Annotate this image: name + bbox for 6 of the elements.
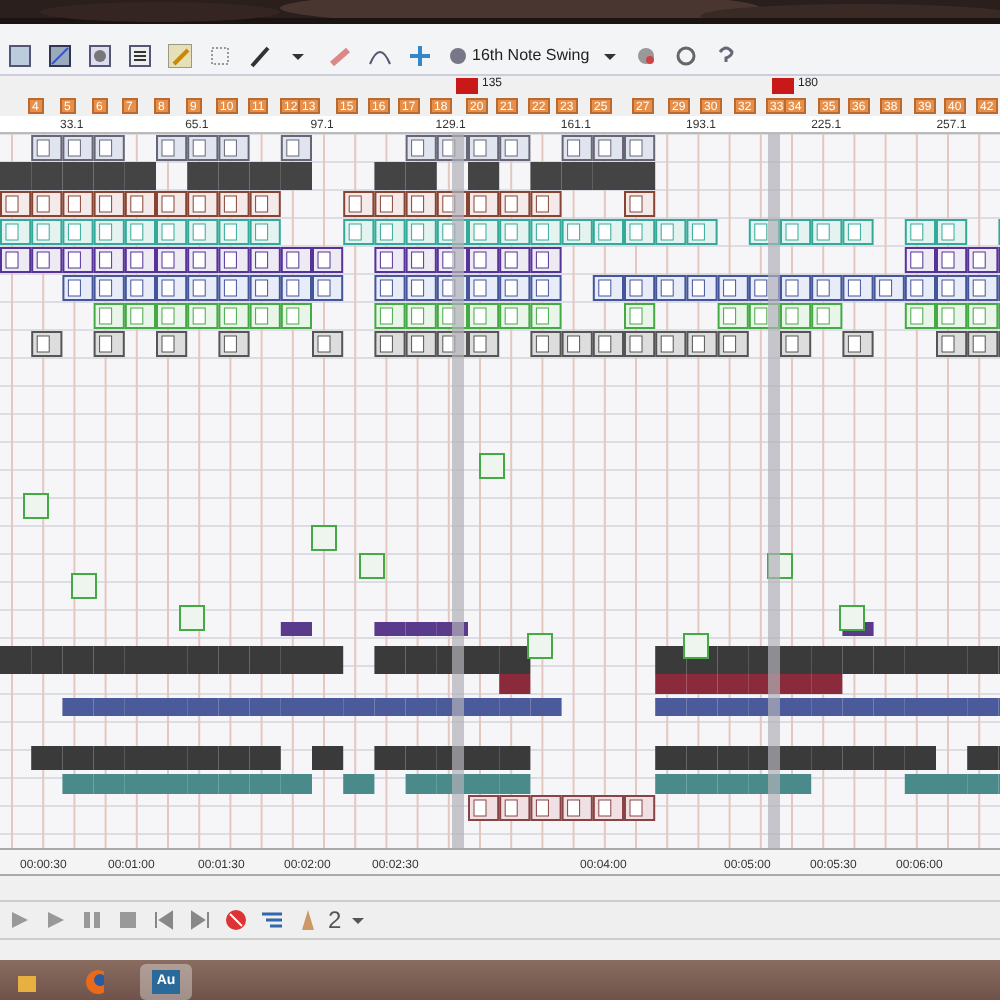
swing-dropdown[interactable]: 16th Note Swing [444, 40, 622, 72]
folder-icon [16, 970, 36, 994]
record-icon[interactable] [220, 904, 252, 936]
caret-icon [601, 48, 618, 64]
list-icon[interactable] [124, 40, 156, 72]
count-label: 2 [328, 904, 342, 938]
